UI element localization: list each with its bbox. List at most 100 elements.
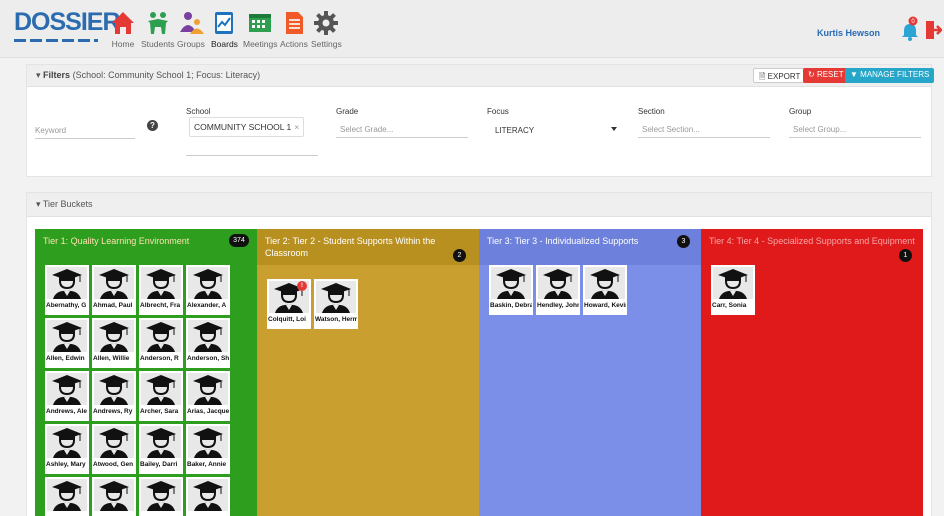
student-card[interactable]: Atwood, Gen: [92, 424, 136, 474]
student-photo: [188, 479, 228, 511]
student-card[interactable]: Allen, Edwin: [45, 318, 89, 368]
section-select[interactable]: Select Section...: [638, 120, 770, 138]
student-avatar-icon: [193, 481, 223, 511]
tier-2-bucket[interactable]: Tier 2: Tier 2 - Student Supports Within…: [257, 229, 479, 516]
group-select[interactable]: Select Group...: [789, 120, 921, 138]
remove-chip-icon[interactable]: ×: [294, 122, 299, 132]
student-name: Atwood, Gen: [93, 461, 134, 468]
student-card[interactable]: Anderson, R: [139, 318, 183, 368]
notification-bell[interactable]: 0: [901, 16, 919, 42]
help-icon[interactable]: ?: [147, 120, 158, 131]
student-card[interactable]: Albrecht, Fra: [139, 265, 183, 315]
student-card[interactable]: [186, 477, 230, 516]
student-card[interactable]: [139, 477, 183, 516]
tier-1-bucket[interactable]: Tier 1: Quality Learning Environment 374…: [35, 229, 257, 516]
nav-meetings[interactable]: Meetings: [243, 10, 278, 54]
top-navigation-bar: DOSSIER Home Students Groups Boards Meet…: [0, 0, 944, 58]
student-card[interactable]: Baskin, Debra: [489, 265, 533, 315]
student-photo: [47, 479, 87, 511]
nav-boards-label: Boards: [211, 39, 238, 49]
student-card[interactable]: Abernathy, G: [45, 265, 89, 315]
student-card[interactable]: Andrews, Ry: [92, 371, 136, 421]
student-avatar-icon: [193, 322, 223, 352]
student-name: Ahmad, Paul: [93, 302, 133, 309]
tier-3-header: Tier 3: Tier 3 - Individualized Supports…: [479, 229, 701, 265]
tier-1-cards: Abernathy, G Ahmad, Paul Albrecht, Fra Alex…: [45, 265, 235, 516]
nav-actions-label: Actions: [280, 39, 308, 49]
student-photo: [94, 426, 134, 458]
student-card[interactable]: [92, 477, 136, 516]
filter-icon: ▼: [850, 70, 858, 79]
alert-badge: !: [297, 281, 307, 291]
tier-4-bucket[interactable]: Tier 4: Tier 4 - Specialized Supports an…: [701, 229, 923, 516]
grade-select[interactable]: Select Grade...: [336, 120, 468, 138]
dossier-logo[interactable]: DOSSIER: [14, 9, 121, 45]
nav-groups[interactable]: Groups: [177, 10, 205, 54]
focus-dropdown-caret[interactable]: [611, 127, 617, 131]
student-name: Andrews, Ale: [46, 408, 87, 415]
student-avatar-icon: [543, 269, 573, 299]
export-button[interactable]: 🗎 EXPORT: [753, 68, 807, 83]
student-card[interactable]: Andrews, Ale: [45, 371, 89, 421]
student-name: Allen, Willie: [93, 355, 130, 362]
student-card[interactable]: [45, 477, 89, 516]
nav-students-label: Students: [141, 39, 175, 49]
nav-actions[interactable]: Actions: [280, 10, 308, 54]
keyword-input[interactable]: Keyword: [35, 121, 135, 139]
student-name: Allen, Edwin: [46, 355, 85, 362]
student-card[interactable]: Allen, Willie: [92, 318, 136, 368]
student-card[interactable]: Ashley, Mary: [45, 424, 89, 474]
tier-4-count: 1: [899, 249, 912, 262]
student-avatar-icon: [146, 269, 176, 299]
student-name: Baskin, Debra: [490, 302, 532, 309]
student-name: Arias, Jacque: [187, 408, 229, 415]
reset-button[interactable]: ↻ RESET: [803, 68, 849, 83]
student-photo: [47, 426, 87, 458]
student-photo: [94, 373, 134, 405]
student-name: Abernathy, G: [46, 302, 87, 309]
school-label: School: [186, 107, 211, 116]
student-card[interactable]: Baker, Annie: [186, 424, 230, 474]
student-card[interactable]: Anderson, Sha: [186, 318, 230, 368]
grade-label: Grade: [336, 107, 359, 116]
manage-filters-button[interactable]: ▼ MANAGE FILTERS: [845, 68, 935, 83]
user-name[interactable]: Kurtis Hewson: [817, 28, 880, 38]
student-card[interactable]: Ahmad, Paul: [92, 265, 136, 315]
student-avatar-icon: [99, 375, 129, 405]
student-photo: [141, 479, 181, 511]
student-avatar-icon: [146, 375, 176, 405]
tier-buckets-header[interactable]: ▾ Tier Buckets: [27, 193, 931, 217]
nav-meetings-label: Meetings: [243, 39, 278, 49]
page: { "app": {"logo_text": "DOSSIER", "logo_…: [0, 0, 944, 516]
manage-filters-label: MANAGE FILTERS: [860, 70, 930, 79]
student-photo: [538, 267, 578, 299]
nav-boards[interactable]: Boards: [211, 10, 238, 54]
student-card[interactable]: Alexander, A: [186, 265, 230, 315]
student-card[interactable]: Bailey, Darri: [139, 424, 183, 474]
student-card[interactable]: Watson, Herma: [314, 279, 358, 329]
student-card[interactable]: Arias, Jacque: [186, 371, 230, 421]
logout-icon: [926, 21, 943, 39]
student-avatar-icon: [99, 481, 129, 511]
student-name: Archer, Sara: [140, 408, 179, 415]
tier-1-header: Tier 1: Quality Learning Environment 374: [35, 229, 257, 265]
filters-header[interactable]: ▾ Filters (School: Community School 1; F…: [27, 65, 935, 87]
student-card[interactable]: Howard, Kevin: [583, 265, 627, 315]
focus-select[interactable]: LITERACY: [487, 121, 621, 139]
student-avatar-icon: [193, 269, 223, 299]
school-select-chip[interactable]: COMMUNITY SCHOOL 1 ×: [189, 117, 305, 137]
student-avatar-icon: [590, 269, 620, 299]
tier-2-cards: ! Colquitt, Loi Watson, Herma: [267, 279, 467, 329]
student-card[interactable]: ! Colquitt, Loi: [267, 279, 311, 329]
student-photo: [47, 320, 87, 352]
nav-students[interactable]: Students: [141, 10, 175, 54]
student-card[interactable]: Archer, Sara: [139, 371, 183, 421]
chevron-down-icon: ▾: [36, 70, 41, 80]
student-card[interactable]: Carr, Sonia: [711, 265, 755, 315]
logout-button[interactable]: [924, 19, 943, 41]
student-card[interactable]: Hendley, John: [536, 265, 580, 315]
tier-2-header: Tier 2: Tier 2 - Student Supports Within…: [257, 229, 479, 265]
nav-settings[interactable]: Settings: [311, 10, 342, 54]
tier-3-bucket[interactable]: Tier 3: Tier 3 - Individualized Supports…: [479, 229, 701, 516]
nav-home[interactable]: Home: [110, 10, 136, 54]
